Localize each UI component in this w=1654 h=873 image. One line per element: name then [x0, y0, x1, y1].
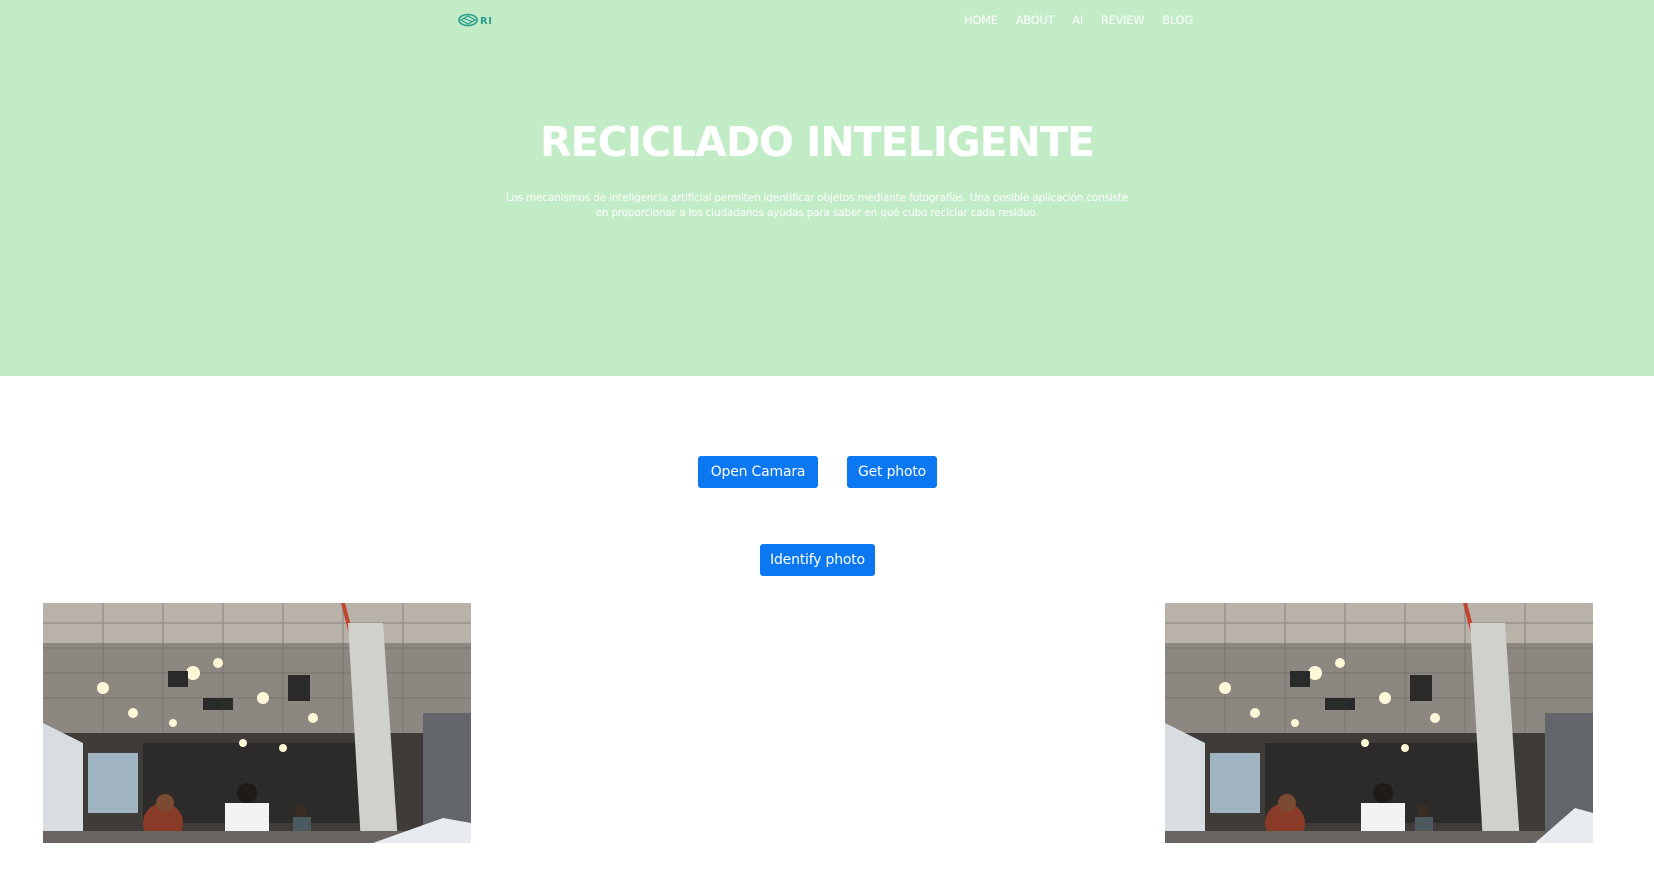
- nav-item-ai[interactable]: AI: [1072, 13, 1083, 27]
- main-nav: HOME ABOUT AI REVIEW BLOG: [964, 13, 1211, 27]
- nav-item-about[interactable]: ABOUT: [1016, 13, 1055, 27]
- brand-logo[interactable]: RI: [458, 12, 492, 31]
- nav-item-review[interactable]: REVIEW: [1101, 13, 1145, 27]
- open-camera-button[interactable]: Open Camara: [698, 456, 818, 488]
- page-title: RECICLADO INTELIGENTE: [540, 118, 1095, 166]
- camera-preview: [43, 603, 471, 843]
- nav-item-blog[interactable]: BLOG: [1162, 13, 1193, 27]
- hero-description: Los mecanismos de inteligencia artificia…: [506, 192, 1129, 219]
- hero-section: RI HOME ABOUT AI REVIEW BLOG RECICLADO I…: [0, 0, 1654, 376]
- captured-photo: [1165, 603, 1593, 843]
- nav-item-home[interactable]: HOME: [964, 13, 998, 27]
- recycle-bin-logo-icon: [458, 12, 478, 31]
- identify-photo-button[interactable]: Identify photo: [760, 544, 875, 576]
- logo-text: RI: [480, 16, 493, 27]
- get-photo-button[interactable]: Get photo: [847, 456, 937, 488]
